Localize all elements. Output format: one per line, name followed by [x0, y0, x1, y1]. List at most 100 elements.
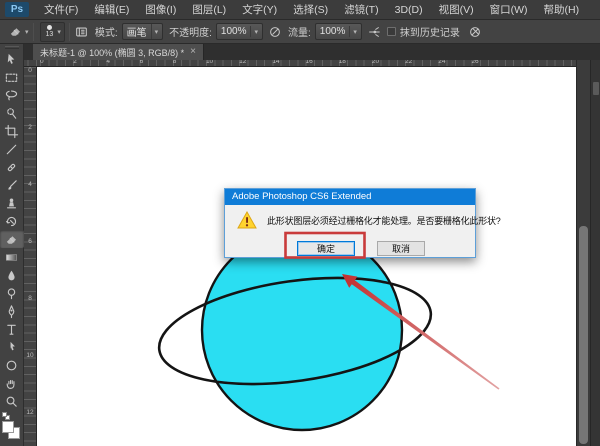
panel-dock-edge [590, 58, 600, 446]
quick-selection-tool[interactable] [0, 104, 24, 122]
expand-panels-icon[interactable] [593, 82, 599, 95]
menu-item[interactable]: 帮助(H) [536, 0, 588, 20]
dodge-tool-icon [4, 286, 19, 301]
brush-preset-caret-icon: ▾ [57, 28, 61, 36]
pen-tool[interactable] [0, 302, 24, 320]
opacity-value: 100% [221, 26, 252, 37]
brush-tool[interactable] [0, 176, 24, 194]
menu-item[interactable]: 窗口(W) [482, 0, 536, 20]
eraser-tool[interactable] [0, 230, 24, 248]
menu-item[interactable]: 选择(S) [285, 0, 336, 20]
ruler-number: 2 [24, 124, 36, 181]
tool-options-bar: ▾ 13 ▾ 模式: 画笔 ▾ 不透明度: 100% ▾ 流量: 100% ▾ … [0, 20, 600, 44]
vertical-ruler: 024681012 [24, 67, 37, 446]
mode-caret-icon: ▾ [155, 28, 159, 36]
history-brush-tool[interactable] [0, 212, 24, 230]
erase-to-history-checkbox[interactable] [387, 27, 396, 36]
hand-tool[interactable] [0, 374, 24, 392]
menu-item[interactable]: 文字(Y) [234, 0, 285, 20]
color-swatches [0, 412, 24, 446]
document-tab[interactable]: 未标题-1 @ 100% (椭圆 3, RGB/8) * × [33, 44, 204, 60]
foreground-color-swatch[interactable] [2, 421, 14, 433]
menu-item[interactable]: 图层(L) [184, 0, 234, 20]
lasso-tool[interactable] [0, 86, 24, 104]
tools-panel [0, 44, 24, 446]
brush-preset-picker[interactable]: 13 ▾ [40, 22, 65, 42]
mode-value: 画笔 [127, 24, 152, 39]
path-selection-tool-icon [4, 340, 19, 355]
tool-preset-caret-icon[interactable]: ▾ [25, 28, 29, 36]
quick-selection-tool-icon [4, 106, 19, 121]
menu-item[interactable]: 编辑(E) [86, 0, 137, 20]
brush-tip-icon [47, 25, 52, 30]
history-brush-tool-icon [4, 214, 19, 229]
eraser-tool-icon [4, 232, 19, 247]
lasso-tool-icon [4, 88, 19, 103]
flow-select[interactable]: 100% ▾ [315, 23, 362, 40]
flow-value: 100% [320, 26, 351, 37]
brush-size-value: 13 [46, 31, 54, 38]
ruler-number: 12 [24, 409, 36, 446]
cancel-button[interactable]: 取消 [377, 241, 425, 256]
gradient-tool[interactable] [0, 248, 24, 266]
mode-label: 模式: [95, 24, 118, 39]
ok-button[interactable]: 确定 [297, 241, 355, 256]
opacity-select[interactable]: 100% ▾ [216, 23, 263, 40]
type-tool-icon [4, 322, 19, 337]
ellipse-tool[interactable] [0, 356, 24, 374]
zoom-tool[interactable] [0, 392, 24, 410]
ruler-number: 8 [24, 295, 36, 352]
blur-tool[interactable] [0, 266, 24, 284]
ruler-number: 0 [24, 67, 36, 124]
vertical-scrollbar[interactable] [576, 58, 590, 446]
scrollbar-thumb[interactable] [579, 226, 588, 444]
rasterize-warning-dialog: Adobe Photoshop CS6 Extended 此形状图层必须经过栅格… [224, 188, 476, 258]
opacity-label: 不透明度: [169, 24, 212, 39]
ruler-number: 10 [24, 352, 36, 409]
flow-caret-icon: ▾ [353, 28, 357, 36]
airbrush-icon[interactable] [367, 25, 381, 39]
path-selection-tool[interactable] [0, 338, 24, 356]
marquee-tool-icon [4, 70, 19, 85]
menu-item[interactable]: 文件(F) [36, 0, 86, 20]
tools-panel-grip[interactable] [5, 46, 19, 49]
dodge-tool[interactable] [0, 284, 24, 302]
ruler-number: 6 [24, 238, 36, 295]
ruler-number: 4 [24, 181, 36, 238]
crop-tool[interactable] [0, 122, 24, 140]
rectangular-marquee-tool[interactable] [0, 68, 24, 86]
move-tool-icon [4, 52, 19, 67]
menu-item[interactable]: 滤镜(T) [336, 0, 386, 20]
warning-icon [237, 211, 257, 234]
mode-select[interactable]: 画笔 ▾ [122, 23, 164, 40]
type-tool[interactable] [0, 320, 24, 338]
ellipse-tool-icon [4, 358, 19, 373]
menu-item[interactable]: 视图(V) [431, 0, 482, 20]
crop-tool-icon [4, 124, 19, 139]
menu-item[interactable]: 3D(D) [387, 0, 431, 20]
spot-healing-brush-tool[interactable] [0, 158, 24, 176]
tab-close-icon[interactable]: × [190, 47, 196, 57]
pressure-opacity-icon[interactable] [268, 25, 282, 39]
eyedropper-tool[interactable] [0, 140, 24, 158]
clone-stamp-tool[interactable] [0, 194, 24, 212]
photoshop-logo: Ps [5, 2, 29, 17]
dialog-message: 此形状图层必须经过栅格化才能处理。是否要栅格化此形状? [267, 214, 471, 227]
gradient-tool-icon [4, 250, 19, 265]
toggle-brush-panel-icon[interactable] [74, 25, 89, 39]
pen-tool-icon [4, 304, 19, 319]
eyedropper-tool-icon [4, 142, 19, 157]
brush-tool-icon [4, 178, 19, 193]
healing-brush-tool-icon [4, 160, 19, 175]
move-tool[interactable] [0, 50, 24, 68]
dialog-title-bar[interactable]: Adobe Photoshop CS6 Extended [225, 189, 475, 205]
blur-tool-icon [4, 268, 19, 283]
menu-item[interactable]: 图像(I) [137, 0, 184, 20]
pressure-size-icon[interactable] [468, 25, 482, 39]
clone-stamp-tool-icon [4, 196, 19, 211]
flow-label: 流量: [288, 24, 311, 39]
menu-bar: Ps 文件(F)编辑(E)图像(I)图层(L)文字(Y)选择(S)滤镜(T)3D… [0, 0, 600, 20]
eraser-icon[interactable] [8, 24, 23, 39]
opacity-caret-icon: ▾ [254, 28, 258, 36]
erase-to-history-label: 抹到历史记录 [400, 24, 460, 39]
